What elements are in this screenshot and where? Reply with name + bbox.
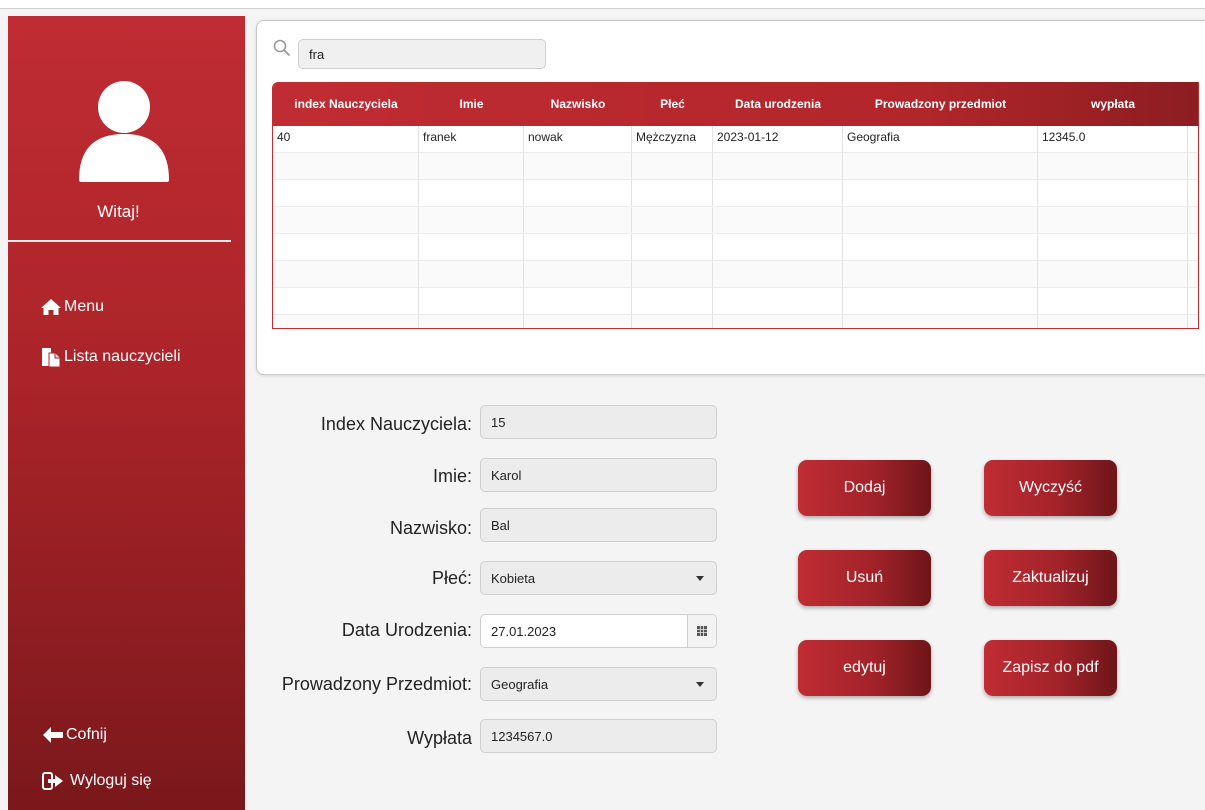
data-urodzenia-picker[interactable]: 27.01.2023 (480, 614, 717, 648)
index-label: Index Nauczyciela: (320, 414, 472, 434)
usun-button[interactable]: Usuń (798, 550, 931, 606)
sign-out-icon (42, 772, 63, 790)
wyplata-label: Wypłata (407, 728, 472, 748)
przedmiot-label: Prowadzony Przedmiot: (281, 674, 472, 694)
table-cell: franek (419, 126, 524, 152)
nazwisko-value: Bal (491, 517, 510, 533)
table-row-empty (273, 207, 1198, 234)
table-cell: 12345.0 (1038, 126, 1188, 152)
data-urodzenia-label: Data Urodzenia: (341, 620, 472, 640)
table-row-empty (273, 288, 1198, 315)
column-header-przedmiot[interactable]: Prowadzony przedmiot (843, 82, 1038, 126)
welcome-text: Witaj! (97, 202, 140, 221)
nazwisko-label: Nazwisko: (389, 518, 472, 538)
chevron-down-icon (696, 681, 704, 687)
table-row[interactable]: 40 franek nowak Mężczyzna 2023-01-12 Geo… (273, 126, 1198, 153)
plec-select[interactable]: Kobieta (480, 561, 717, 595)
sidebar-divider (8, 240, 231, 242)
imie-label: Imie: (432, 466, 472, 486)
logout-label: Wyloguj się (70, 772, 152, 789)
back-label: Cofnij (66, 726, 107, 743)
user-avatar-icon (79, 81, 169, 182)
column-header-filler (1188, 82, 1198, 126)
calendar-icon (697, 626, 707, 636)
table-body: 40 franek nowak Mężczyzna 2023-01-12 Geo… (273, 126, 1198, 328)
zapisz-pdf-button[interactable]: Zapisz do pdf (984, 640, 1117, 696)
search-icon (273, 39, 291, 57)
data-urodzenia-value: 27.01.2023 (491, 623, 557, 639)
back-button[interactable]: Cofnij (42, 726, 107, 744)
column-header-nazwisko[interactable]: Nazwisko (524, 82, 632, 126)
teachers-panel: index Nauczyciela Imie Nazwisko Płeć Dat… (256, 20, 1205, 375)
przedmiot-select[interactable]: Geografia (480, 667, 717, 701)
column-header-plec[interactable]: Płeć (632, 82, 713, 126)
imie-value: Karol (491, 467, 522, 483)
table-row-empty (273, 234, 1198, 261)
home-icon (41, 299, 61, 315)
arrow-left-icon (43, 727, 63, 743)
table-row-empty (273, 153, 1198, 180)
table-cell: Mężczyzna (632, 126, 713, 152)
search-input[interactable] (298, 39, 546, 69)
zaktualizuj-button[interactable]: Zaktualizuj (984, 550, 1117, 606)
table-cell: nowak (524, 126, 632, 152)
sidebar-item-label: Menu (64, 298, 105, 315)
window-top-edge (0, 0, 1205, 9)
calendar-button[interactable] (687, 615, 716, 647)
wyczysc-button[interactable]: Wyczyść (984, 460, 1117, 516)
table-header: index Nauczyciela Imie Nazwisko Płeć Dat… (273, 82, 1198, 126)
imie-field[interactable]: Karol (480, 458, 717, 492)
dodaj-button[interactable]: Dodaj (798, 460, 931, 516)
sidebar: Witaj! Menu Lista nauczycieli Cofnij Wyl… (8, 16, 245, 810)
plec-value: Kobieta (491, 570, 536, 586)
table-row-empty (273, 315, 1198, 328)
sidebar-item-teacher-list[interactable]: Lista nauczycieli (40, 346, 181, 368)
table-cell (1188, 126, 1198, 152)
column-header-imie[interactable]: Imie (419, 82, 524, 126)
przedmiot-value: Geografia (491, 676, 549, 692)
plec-label: Płeć: (431, 568, 472, 588)
table-cell: 2023-01-12 (713, 126, 843, 152)
column-header-data-urodzenia[interactable]: Data urodzenia (713, 82, 843, 126)
column-header-wyplata[interactable]: wypłata (1038, 82, 1188, 126)
nazwisko-field[interactable]: Bal (480, 508, 717, 542)
table-cell: Geografia (843, 126, 1038, 152)
table-cell: 40 (273, 126, 419, 152)
chevron-down-icon (696, 575, 704, 581)
column-header-index[interactable]: index Nauczyciela (273, 82, 419, 126)
table-row-empty (273, 261, 1198, 288)
copy-document-icon (42, 348, 61, 368)
table-row-empty (273, 180, 1198, 207)
sidebar-item-label: Lista nauczycieli (64, 348, 181, 365)
index-field[interactable]: 15 (480, 405, 717, 439)
sidebar-item-menu[interactable]: Menu (40, 298, 104, 316)
wyplata-field[interactable]: 1234567.0 (480, 719, 717, 753)
logout-button[interactable]: Wyloguj się (42, 772, 152, 790)
edytuj-button[interactable]: edytuj (798, 640, 931, 696)
wyplata-value: 1234567.0 (491, 728, 553, 744)
index-value: 15 (491, 414, 506, 430)
teachers-table: index Nauczyciela Imie Nazwisko Płeć Dat… (272, 82, 1199, 329)
